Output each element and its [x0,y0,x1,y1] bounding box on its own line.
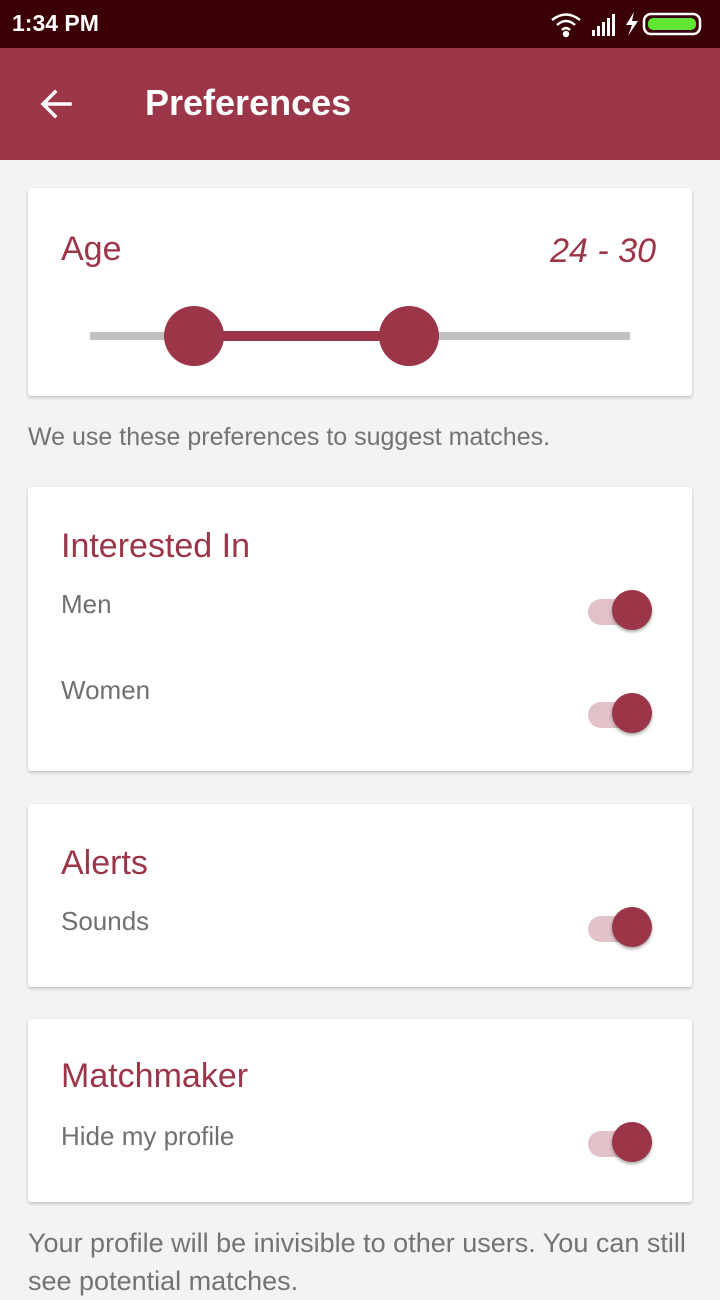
battery-icon [642,12,702,36]
age-title: Age [61,230,122,268]
men-label: Men [61,589,112,619]
men-toggle-knob [612,590,652,630]
women-toggle-knob [612,693,652,733]
sounds-toggle[interactable] [588,906,654,950]
hide-profile-label: Hide my profile [61,1121,235,1151]
page-title: Preferences [145,82,352,123]
app-bar: Preferences [0,48,720,160]
hide-profile-toggle-knob [612,1122,652,1162]
charging-icon [626,12,638,36]
interested-in-title: Interested In [61,527,251,565]
back-button[interactable] [30,78,82,130]
alerts-title: Alerts [61,844,148,882]
slider-max-thumb[interactable] [379,306,439,366]
sounds-label: Sounds [61,906,150,936]
matchmaker-hint: Your profile will be inivisible to other… [28,1228,686,1296]
arrow-back-icon [40,89,72,119]
matchmaker-card: Matchmaker Hide my profile [28,1019,692,1202]
age-range-value: 24 - 30 [550,232,656,270]
men-toggle[interactable] [588,589,654,633]
women-toggle[interactable] [588,692,654,736]
signal-icon [592,14,615,36]
hide-profile-toggle[interactable] [588,1121,654,1165]
slider-min-thumb[interactable] [164,306,224,366]
women-label: Women [61,675,151,705]
alerts-card: Alerts Sounds [28,804,692,987]
preferences-hint: We use these preferences to suggest matc… [28,423,551,451]
wifi-icon [551,13,581,38]
status-time: 1:34 PM [12,10,99,36]
status-icons [548,10,708,38]
age-range-slider[interactable] [90,306,630,366]
matchmaker-title: Matchmaker [61,1057,249,1095]
interested-in-card: Interested In Men Women [28,487,692,771]
slider-active-track [194,331,408,341]
sounds-toggle-knob [612,907,652,947]
age-card: Age 24 - 30 [28,188,692,396]
status-bar: 1:34 PM [0,0,720,48]
